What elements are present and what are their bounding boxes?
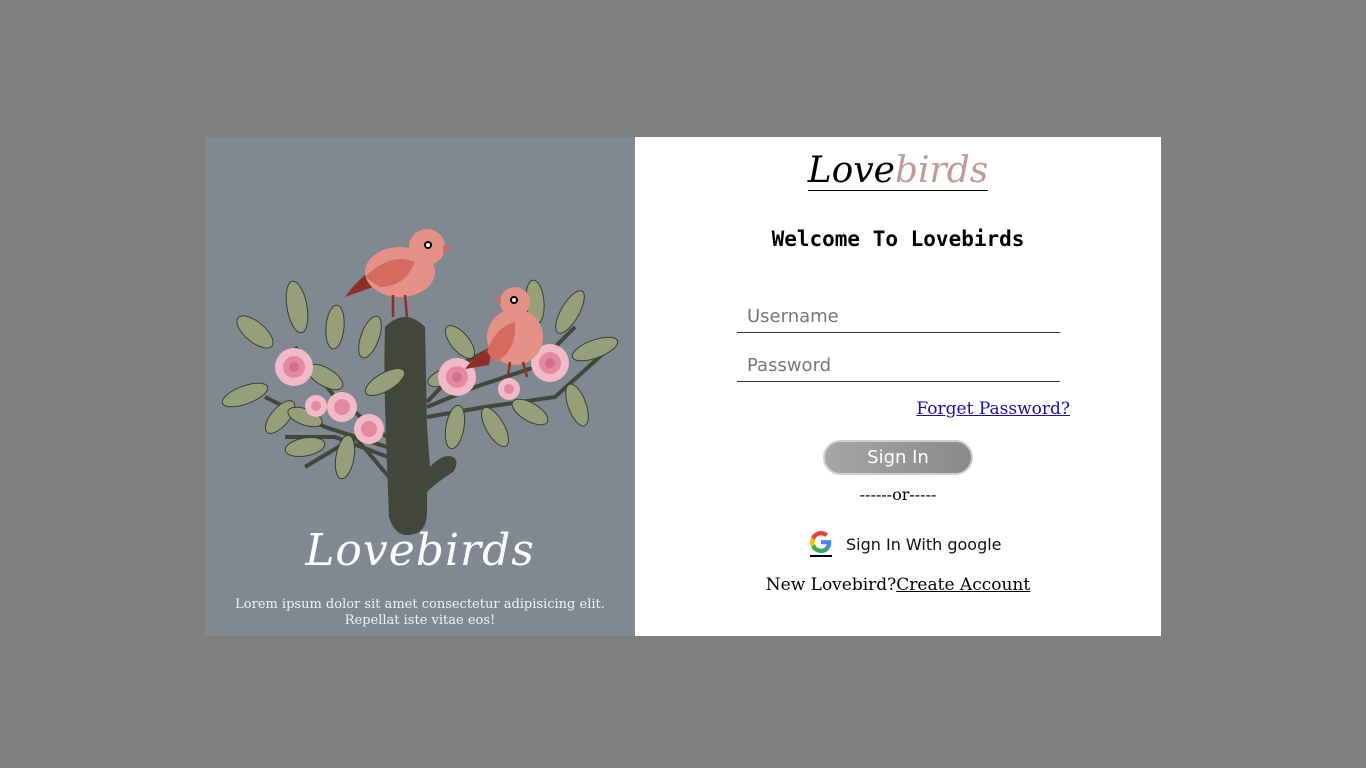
login-form-panel: Lovebirds Welcome To Lovebirds Forget Pa… [635, 137, 1161, 636]
login-card: Lovebirds Lorem ipsum dolor sit amet con… [205, 137, 1161, 636]
signup-prompt: New Lovebird? [765, 575, 897, 595]
brand-logo: Lovebirds [635, 149, 1161, 193]
hero-tagline: Lorem ipsum dolor sit amet consectetur a… [235, 597, 605, 628]
google-sign-in-button[interactable]: Sign In With google [810, 531, 1002, 557]
google-g-icon [810, 531, 832, 557]
welcome-heading: Welcome To Lovebirds [771, 227, 1025, 251]
forgot-password-link[interactable]: Forget Password? [916, 399, 1070, 419]
logo-part-birds: birds [894, 150, 989, 191]
signup-row: New Lovebird?Create Account [635, 575, 1161, 595]
google-sign-in-label: Sign In With google [846, 534, 1002, 554]
logo-part-love: Love [807, 150, 895, 191]
sign-in-button[interactable]: Sign In [823, 440, 973, 475]
username-input[interactable] [737, 301, 1060, 333]
or-separator: ------or----- [859, 485, 937, 504]
logo-wordmark: Lovebirds [807, 150, 989, 191]
hero-panel: Lovebirds Lorem ipsum dolor sit amet con… [205, 137, 635, 636]
hero-brand-title: Lovebirds [305, 525, 535, 576]
lovebirds-illustration [221, 229, 619, 536]
password-input[interactable] [737, 350, 1060, 382]
create-account-link[interactable]: Create Account [896, 575, 1030, 595]
